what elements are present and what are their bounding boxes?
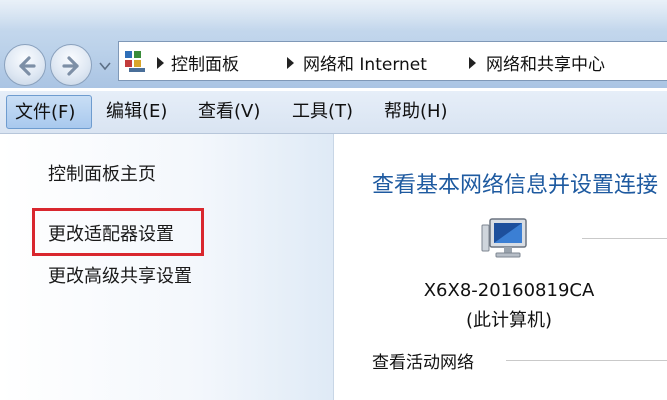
forward-arrow-icon: [62, 56, 79, 76]
main-content: 查看基本网络信息并设置连接 X6X8-20160819CA (此计算机) 查看活…: [334, 134, 667, 400]
menu-view[interactable]: 查看(V): [190, 95, 268, 129]
sidebar-link-control-panel-home[interactable]: 控制面板主页: [48, 160, 156, 186]
breadcrumb-separator-icon[interactable]: [287, 57, 294, 69]
back-arrow-icon: [19, 56, 36, 76]
title-bar-sheen: [0, 0, 667, 30]
menu-bar: 文件(F) 编辑(E) 查看(V) 工具(T) 帮助(H): [0, 91, 667, 134]
network-map-line: [582, 238, 667, 239]
computer-monitor-icon: [481, 218, 527, 258]
breadcrumb-separator-icon[interactable]: [469, 57, 476, 69]
forward-button[interactable]: [50, 44, 92, 86]
recent-pages-button[interactable]: [97, 58, 113, 74]
page-title: 查看基本网络信息并设置连接: [372, 173, 659, 198]
highlight-annotation-box: [32, 208, 204, 256]
control-panel-icon: [125, 51, 145, 72]
breadcrumb-separator-icon[interactable]: [157, 57, 164, 69]
breadcrumb-network-sharing-center[interactable]: 网络和共享中心: [486, 50, 605, 75]
breadcrumb-control-panel[interactable]: 控制面板: [171, 50, 239, 75]
back-button[interactable]: [4, 44, 46, 86]
menu-file[interactable]: 文件(F): [6, 95, 92, 129]
menu-help[interactable]: 帮助(H): [376, 95, 456, 129]
window-title-bar: 控制面板 网络和 Internet 网络和共享中心: [0, 0, 667, 88]
sidebar-link-change-advanced-sharing[interactable]: 更改高级共享设置: [48, 262, 192, 288]
computer-subtitle: (此计算机): [465, 310, 553, 331]
computer-name: X6X8-20160819CA: [423, 280, 595, 301]
menu-edit[interactable]: 编辑(E): [98, 95, 175, 129]
breadcrumb-network-internet[interactable]: 网络和 Internet: [303, 50, 427, 75]
menu-tools[interactable]: 工具(T): [284, 95, 361, 129]
active-networks-heading: 查看活动网络: [372, 353, 474, 373]
address-bar[interactable]: 控制面板 网络和 Internet 网络和共享中心: [118, 41, 667, 81]
recent-pages-chevron-icon: [99, 62, 111, 71]
section-separator-line: [506, 360, 667, 361]
